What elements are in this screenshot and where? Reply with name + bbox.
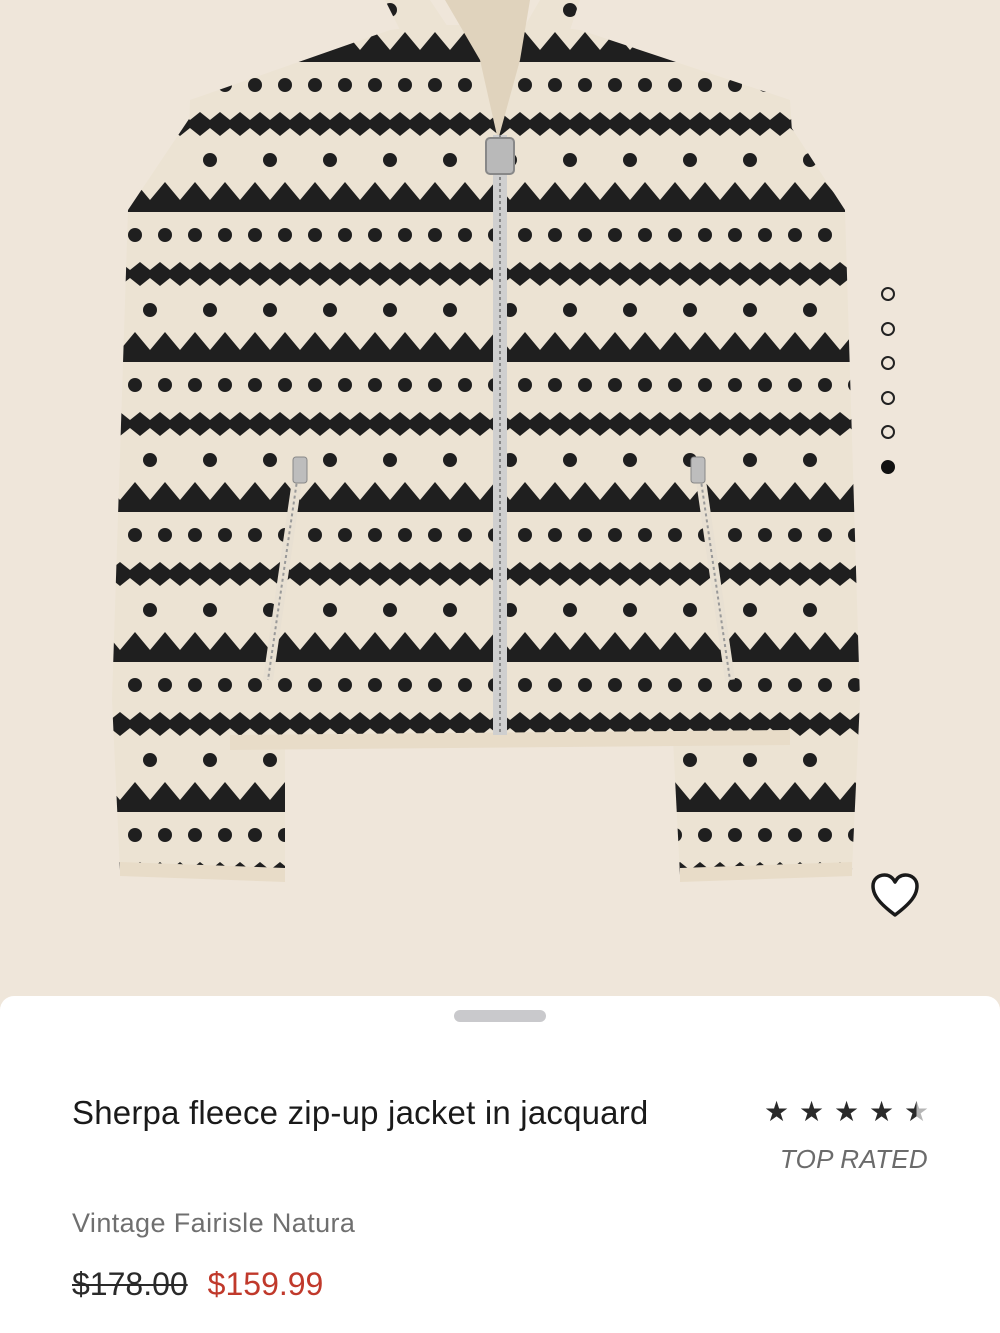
rating-stars[interactable]: ★ ★ ★ ★ ★ (760, 1095, 933, 1129)
pagination-dot[interactable] (881, 390, 895, 405)
half-star-icon: ★ (900, 1095, 933, 1129)
pagination-dot[interactable] (881, 425, 895, 439)
original-price: $178.00 (72, 1266, 188, 1302)
product-details-sheet[interactable]: Sherpa fleece zip-up jacket in jacquard … (0, 996, 1000, 1333)
rating-badge: TOP RATED (779, 1144, 928, 1174)
product-image-gallery[interactable] (0, 0, 1000, 1010)
heart-icon[interactable] (869, 871, 921, 919)
star-icon: ★ (868, 1096, 895, 1127)
pagination-dot[interactable] (881, 321, 895, 336)
star-icon: ★ (833, 1096, 860, 1127)
image-pagination-dots[interactable] (881, 287, 901, 494)
star-icon: ★ (763, 1096, 790, 1127)
pagination-dot[interactable] (881, 287, 895, 301)
sale-price: $159.99 (207, 1266, 324, 1302)
product-image[interactable] (0, 0, 1000, 1010)
pagination-dot[interactable] (881, 356, 895, 370)
color-name: Vintage Fairisle Natura (72, 1208, 356, 1238)
star-icon: ★ (798, 1096, 825, 1127)
product-title: Sherpa fleece zip-up jacket in jacquard (72, 1094, 649, 1131)
sheet-drag-handle[interactable] (454, 1010, 546, 1022)
price-block: $178.00 $159.99 (72, 1266, 323, 1303)
pagination-dot-active[interactable] (881, 459, 895, 474)
